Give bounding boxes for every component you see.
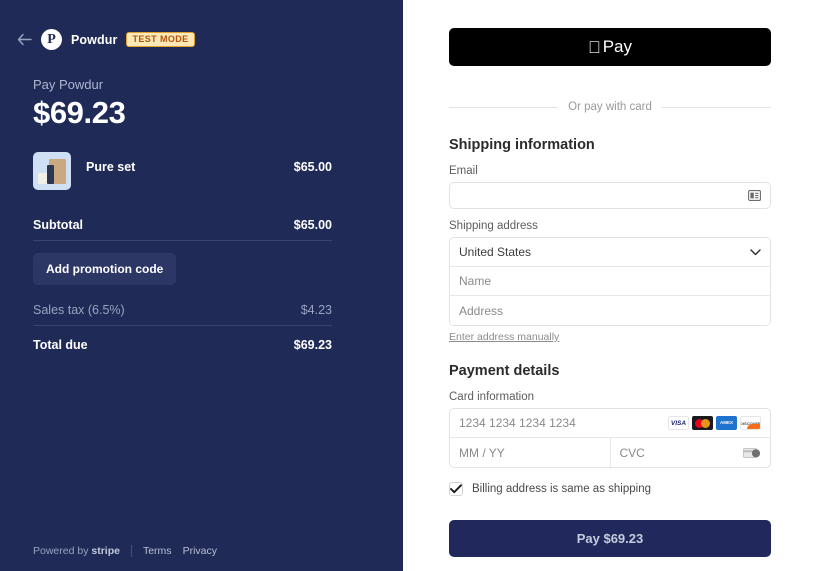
promotion-code-area: Add promotion code [33, 241, 332, 295]
line-items: Pure set $65.00 Subtotal $65.00 Add prom… [33, 152, 332, 360]
card-information-label: Card information [449, 391, 535, 403]
divider [130, 545, 132, 557]
pay-button[interactable]: Pay $69.23 [449, 520, 771, 557]
card-number-placeholder: 1234 1234 1234 1234 [459, 416, 576, 430]
expiry-input[interactable]: MM / YY [450, 438, 611, 467]
back-arrow-icon[interactable] [16, 32, 32, 48]
product-price: $65.00 [293, 160, 332, 174]
status-badge: TEST MODE [126, 32, 195, 47]
discover-icon: DISCOVER [740, 416, 761, 430]
address-input[interactable]: Address [450, 296, 770, 325]
apple-pay-label: Pay [596, 37, 632, 56]
address-placeholder: Address [459, 303, 504, 318]
name-placeholder: Name [459, 274, 492, 288]
shipping-address-label: Shipping address [449, 220, 538, 232]
amex-icon: AMEX [716, 416, 737, 430]
product-name: Pure set [86, 160, 136, 174]
divider [33, 325, 332, 326]
visa-icon: VISA [668, 416, 689, 430]
tax-row: Sales tax (6.5%) $4.23 [33, 295, 332, 325]
card-expiry-cvc-row: MM / YY CVC [450, 438, 770, 467]
total-due-value: $69.23 [293, 338, 332, 352]
stripe-wordmark: stripe [91, 545, 120, 557]
apple-pay-button[interactable]:  Pay [449, 28, 771, 66]
payment-form-panel:  Pay Or pay with card Shipping informat… [403, 0, 817, 571]
chevron-down-icon [750, 248, 761, 256]
check-icon [450, 484, 462, 494]
email-label: Email [449, 165, 478, 177]
privacy-link[interactable]: Privacy [183, 545, 217, 557]
expiry-placeholder: MM / YY [459, 445, 505, 460]
merchant-header: P Powdur TEST MODE [16, 29, 195, 50]
country-value: United States [459, 245, 532, 259]
total-due-row: Total due $69.23 [33, 330, 332, 360]
subtotal-label: Subtotal [33, 218, 83, 232]
email-field[interactable] [449, 182, 771, 209]
total-amount: $69.23 [33, 95, 126, 130]
add-promotion-code-button[interactable]: Add promotion code [33, 253, 177, 285]
tax-value: $4.23 [300, 303, 332, 317]
merchant-logo: P [41, 29, 62, 50]
cvc-hint-icon [743, 447, 761, 459]
tax-label: Sales tax (6.5%) [33, 303, 125, 317]
mastercard-icon [692, 416, 713, 430]
checkout-page: P Powdur TEST MODE Pay Powdur $69.23 Pur… [0, 0, 817, 571]
name-input[interactable]: Name [450, 267, 770, 296]
autofill-contact-icon[interactable] [748, 190, 761, 201]
card-number-input[interactable]: 1234 1234 1234 1234 VISA AMEX DISCOVER [450, 409, 770, 438]
merchant-name: Powdur [71, 32, 118, 47]
powered-by-stripe: Powered by stripe [33, 545, 120, 557]
total-due-label: Total due [33, 338, 88, 352]
powered-by-label: Powered by [33, 545, 89, 557]
footer: Powered by stripe Terms Privacy [33, 545, 217, 557]
card-information-group: 1234 1234 1234 1234 VISA AMEX DISCOVER M… [449, 408, 771, 468]
card-brand-icons: VISA AMEX DISCOVER [668, 416, 761, 430]
page-title: Pay Powdur [33, 77, 104, 92]
shipping-information-heading: Shipping information [449, 137, 595, 153]
shipping-address-group: United States Name Address [449, 237, 771, 326]
billing-address-checkbox[interactable] [449, 482, 463, 496]
country-select[interactable]: United States [450, 238, 770, 267]
payment-details-heading: Payment details [449, 363, 560, 379]
apple-logo-icon:  [588, 39, 601, 56]
billing-address-label: Billing address is same as shipping [472, 483, 651, 495]
billing-address-checkbox-row[interactable]: Billing address is same as shipping [449, 482, 771, 496]
cvc-input[interactable]: CVC [611, 438, 771, 467]
or-divider-label: Or pay with card [568, 101, 652, 113]
or-divider: Or pay with card [449, 101, 771, 113]
product-thumbnail-icon [33, 152, 71, 190]
subtotal-row: Subtotal $65.00 [33, 210, 332, 240]
cvc-placeholder: CVC [619, 445, 645, 460]
terms-link[interactable]: Terms [143, 545, 172, 557]
subtotal-value: $65.00 [293, 218, 332, 232]
order-summary-panel: P Powdur TEST MODE Pay Powdur $69.23 Pur… [0, 0, 403, 571]
list-item: Pure set $65.00 [33, 152, 332, 196]
enter-address-manually-link[interactable]: Enter address manually [449, 331, 559, 343]
